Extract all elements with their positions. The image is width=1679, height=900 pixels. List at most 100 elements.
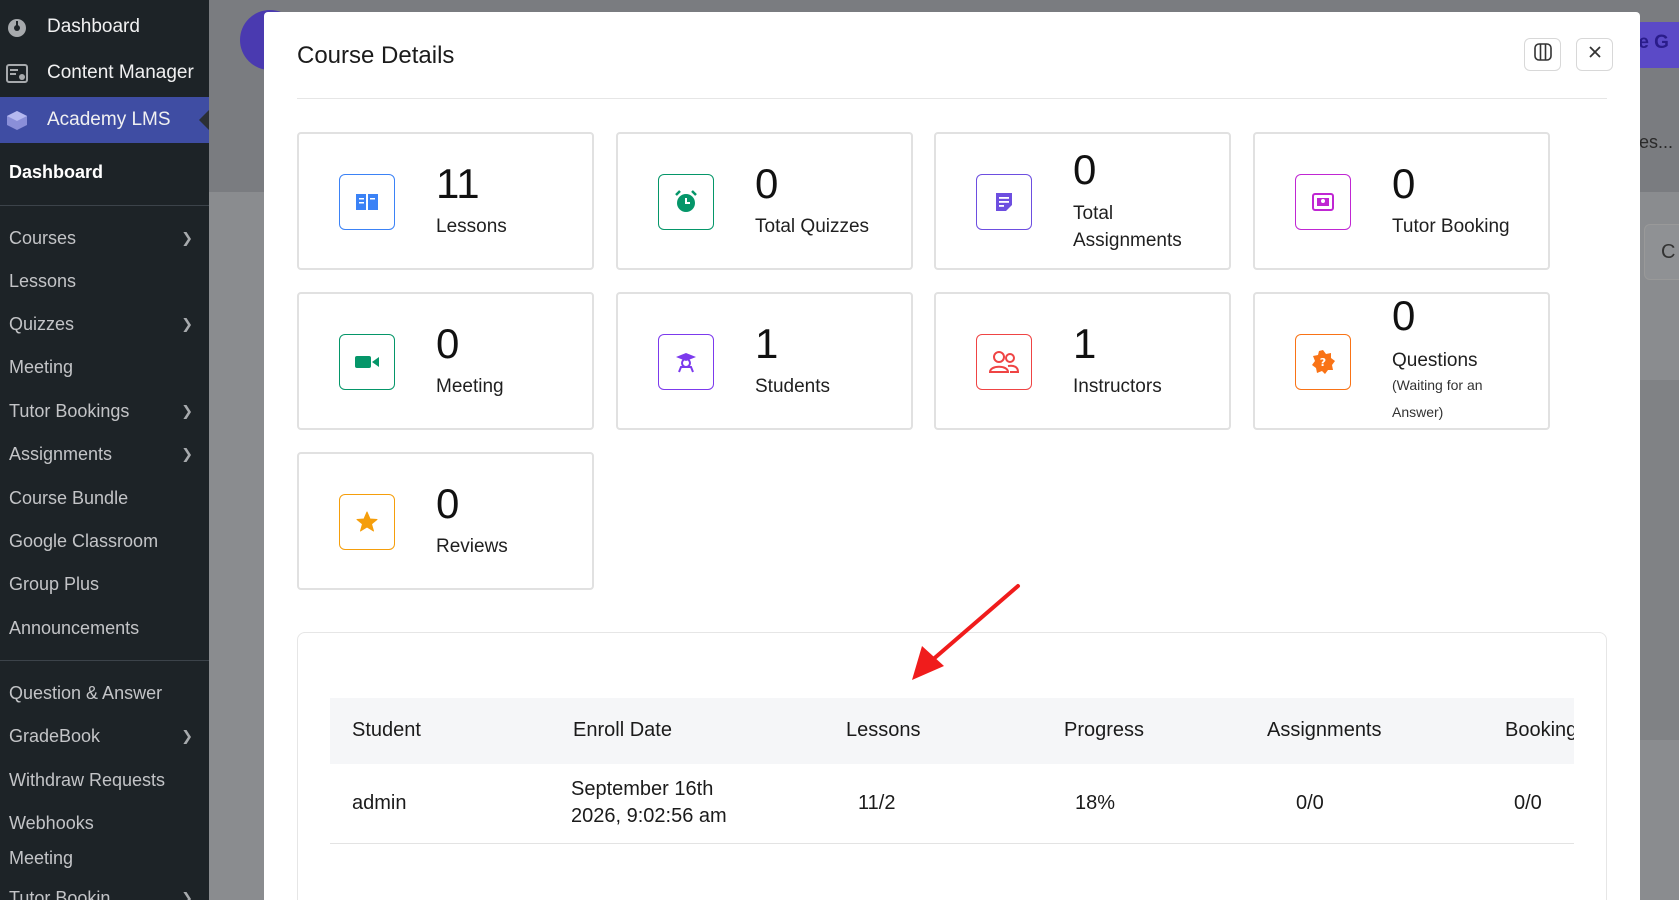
submenu-assignments[interactable]: Assignments ❯ bbox=[0, 432, 209, 476]
column-header-assignments: Assignments bbox=[1267, 719, 1382, 741]
submenu-label: Meeting bbox=[9, 356, 74, 377]
submenu-group-plus[interactable]: Group Plus bbox=[0, 562, 209, 606]
submenu-tutor-bookings[interactable]: Tutor Bookings ❯ bbox=[0, 389, 209, 433]
book-icon bbox=[339, 174, 395, 230]
content-manager-icon bbox=[6, 62, 28, 84]
stat-sublabel: (Waiting for an Answer) bbox=[1392, 377, 1483, 420]
assignment-note-icon bbox=[976, 174, 1032, 230]
stat-value: 0 bbox=[1073, 146, 1097, 193]
stat-label: Total Quizzes bbox=[755, 216, 870, 237]
stat-label: Total Assignments bbox=[1073, 203, 1182, 251]
course-details-modal: Course Details 11 Lessons 0 Total Quizze… bbox=[264, 12, 1640, 900]
stat-card-reviews: 0 Reviews bbox=[297, 452, 594, 590]
stat-label: Lessons bbox=[436, 216, 507, 237]
stat-card-lessons: 11 Lessons bbox=[297, 132, 594, 270]
column-header-lessons: Lessons bbox=[846, 719, 921, 741]
submenu-lessons[interactable]: Lessons bbox=[0, 259, 209, 303]
submenu-label: Courses bbox=[9, 227, 77, 248]
stat-value: 0 bbox=[436, 480, 460, 527]
chevron-right-icon: ❯ bbox=[181, 402, 193, 419]
submenu-label: GradeBook bbox=[9, 725, 101, 746]
chevron-right-icon: ❯ bbox=[181, 889, 193, 900]
submenu-google-classroom[interactable]: Google Classroom bbox=[0, 519, 209, 563]
close-icon bbox=[1588, 45, 1602, 64]
instructors-people-icon bbox=[976, 334, 1032, 390]
submenu-dashboard[interactable]: Dashboard bbox=[0, 150, 209, 194]
submenu-label: Webhooks bbox=[9, 812, 94, 833]
submenu-courses[interactable]: Courses ❯ bbox=[0, 216, 209, 260]
submenu-label: Tutor Bookin... bbox=[9, 887, 126, 900]
stat-value: 11 bbox=[436, 160, 480, 207]
sidebar-item-label: Academy LMS bbox=[47, 109, 171, 130]
stat-card-assignments: 0 Total Assignments bbox=[934, 132, 1231, 270]
stat-card-students: 1 Students bbox=[616, 292, 913, 430]
column-header-student: Student bbox=[352, 719, 421, 741]
submenu-label: Group Plus bbox=[9, 573, 100, 594]
annotation-arrow bbox=[900, 580, 1030, 695]
student-graduate-icon bbox=[658, 334, 714, 390]
cell-assignments: 0/0 bbox=[1296, 792, 1324, 814]
table-row: admin September 16th 2026, 9:02:56 am 11… bbox=[330, 764, 1574, 844]
stat-value: 0 bbox=[1392, 160, 1416, 207]
stat-label: Reviews bbox=[436, 536, 508, 557]
submenu-label: Dashboard bbox=[9, 161, 104, 182]
active-menu-pointer bbox=[199, 110, 209, 130]
submenu-question-answer[interactable]: Question & Answer bbox=[0, 671, 209, 715]
toggle-layout-button[interactable] bbox=[1524, 38, 1561, 71]
sidebar-item-label: Dashboard bbox=[47, 16, 140, 37]
cell-lessons: 11/2 bbox=[858, 792, 896, 814]
dashboard-icon bbox=[6, 16, 28, 38]
submenu-course-bundle[interactable]: Course Bundle bbox=[0, 476, 209, 520]
close-button[interactable] bbox=[1576, 38, 1613, 71]
submenu-label: Question & Answer bbox=[9, 682, 163, 703]
stat-label: Questions bbox=[1392, 350, 1478, 371]
column-header-enroll-date: Enroll Date bbox=[573, 719, 672, 741]
submenu-withdraw-requests[interactable]: Withdraw Requests bbox=[0, 758, 209, 802]
video-camera-icon bbox=[339, 334, 395, 390]
submenu-quizzes[interactable]: Quizzes ❯ bbox=[0, 302, 209, 346]
submenu-label: Tutor Bookings bbox=[9, 400, 130, 421]
stat-card-quizzes: 0 Total Quizzes bbox=[616, 132, 913, 270]
submenu-label: Meeting bbox=[9, 847, 74, 868]
stat-card-questions: ? 0 Questions (Waiting for an Answer) bbox=[1253, 292, 1550, 430]
submenu-tutor-bookings-2[interactable]: Tutor Bookin... ❯ bbox=[0, 876, 209, 900]
chevron-right-icon: ❯ bbox=[181, 315, 193, 332]
background-panel bbox=[1640, 380, 1679, 740]
cell-enroll-date-line2: 2026, 9:02:56 am bbox=[571, 805, 727, 827]
booking-card-icon bbox=[1295, 174, 1351, 230]
submenu-announcements[interactable]: Announcements bbox=[0, 606, 209, 650]
question-badge-icon: ? bbox=[1295, 334, 1351, 390]
modal-title: Course Details bbox=[297, 42, 455, 69]
sidebar-item-academy-lms[interactable]: Academy LMS bbox=[0, 97, 209, 143]
sidebar-item-dashboard[interactable]: Dashboard bbox=[0, 4, 209, 50]
cell-progress: 18% bbox=[1075, 792, 1116, 814]
star-icon bbox=[339, 494, 395, 550]
cell-student: admin bbox=[352, 792, 407, 814]
stat-card-instructors: 1 Instructors bbox=[934, 292, 1231, 430]
submenu-divider bbox=[0, 660, 209, 661]
stat-value: 0 bbox=[1392, 292, 1416, 339]
sidebar-item-label: Content Manager bbox=[47, 62, 194, 83]
chevron-right-icon: ❯ bbox=[181, 445, 193, 462]
submenu-gradebook[interactable]: GradeBook ❯ bbox=[0, 714, 209, 758]
table-header: Student Enroll Date Lessons Progress Ass… bbox=[330, 698, 1574, 764]
submenu-label: Quizzes bbox=[9, 313, 75, 334]
stat-label: Students bbox=[755, 376, 830, 397]
stat-label: Instructors bbox=[1073, 376, 1162, 397]
stat-value: 0 bbox=[436, 320, 460, 367]
submenu-label: Withdraw Requests bbox=[9, 769, 166, 790]
submenu-label: Course Bundle bbox=[9, 487, 129, 508]
chevron-right-icon: ❯ bbox=[181, 229, 193, 246]
submenu-label: Assignments bbox=[9, 443, 113, 464]
submenu-meeting-2[interactable]: Meeting bbox=[0, 836, 209, 880]
academy-lms-icon bbox=[6, 109, 28, 131]
sidebar-item-content-manager[interactable]: Content Manager bbox=[0, 50, 209, 96]
submenu-meeting[interactable]: Meeting bbox=[0, 345, 209, 389]
column-header-booking: Booking bbox=[1505, 719, 1574, 741]
admin-sidebar: Dashboard Content Manager Academy LMS Da… bbox=[0, 0, 209, 900]
submenu-divider bbox=[0, 205, 209, 206]
stat-label: Meeting bbox=[436, 376, 504, 397]
column-header-progress: Progress bbox=[1064, 719, 1145, 741]
submenu-label: Google Classroom bbox=[9, 530, 159, 551]
stat-value: 1 bbox=[1073, 320, 1097, 367]
